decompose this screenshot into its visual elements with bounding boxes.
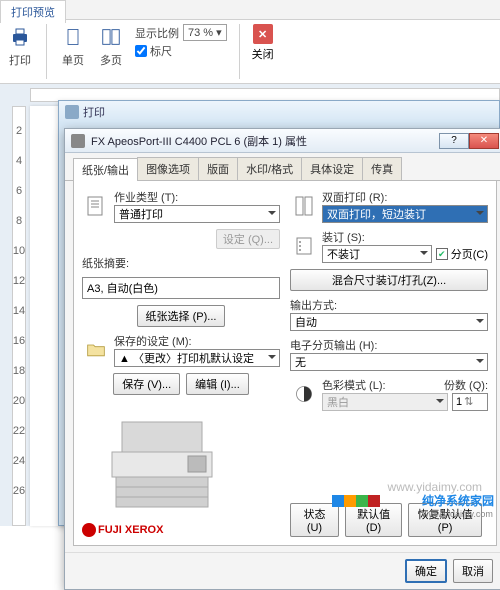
close-label: 关闭 [252, 46, 274, 62]
cancel-button[interactable]: 取消 [453, 559, 493, 583]
dialog-footer: 确定 取消 [65, 552, 500, 589]
tab-fax[interactable]: 传真 [362, 157, 402, 180]
output-method-label: 输出方式: [290, 297, 488, 313]
watermark-brand-text: 纯净系统家园 [422, 492, 494, 509]
edit-button[interactable]: 编辑 (I)... [186, 373, 249, 395]
print-window-icon [65, 105, 79, 119]
colormode-icon [290, 380, 318, 408]
paper-select-button[interactable]: 纸张选择 (P)... [137, 305, 226, 327]
dialog-tabs: 纸张/输出 图像选项 版面 水印/格式 具体设定 传真 [65, 153, 500, 181]
collate-checkbox-box: ✔ [436, 248, 448, 260]
ribbon-tab-printpreview[interactable]: 打印预览 [0, 0, 66, 23]
single-page-button[interactable]: 单页 [59, 24, 87, 68]
saved-settings-icon [82, 336, 110, 364]
collate-checkbox[interactable]: ✔ 分页(C) [436, 246, 488, 262]
jobtype-settings-button: 设定 (Q)... [216, 229, 280, 249]
jobtype-select[interactable]: 普通打印 [114, 205, 280, 223]
tab-watermark[interactable]: 水印/格式 [237, 157, 302, 180]
ecollate-label: 电子分页输出 (H): [290, 337, 488, 353]
paper-summary-field: A3, 自动(白色) [82, 277, 280, 299]
watermark-brand: 纯净系统家园 www.yidaimy.com [422, 492, 494, 519]
saved-settings-value: 〈更改〉打印机默认设定 [133, 353, 254, 365]
jobtype-label: 作业类型 (T): [114, 189, 280, 205]
dialog-title: FX ApeosPort-III C4400 PCL 6 (副本 1) 属性 [91, 133, 433, 149]
single-page-label: 单页 [62, 52, 84, 68]
ruler-checkbox-input[interactable] [135, 45, 147, 57]
ribbon: 打印 单页 多页 显示比例 73 % ▾ 标尺 ✕ 关闭 [0, 20, 500, 84]
help-button[interactable]: ? [439, 133, 469, 149]
document-area: 2468101214161820222426 打印 FX ApeosPort-I… [0, 84, 500, 526]
ok-button[interactable]: 确定 [405, 559, 447, 583]
colormode-label: 色彩模式 (L): [322, 377, 440, 393]
printer-icon [6, 24, 34, 50]
ruler-vertical: 2468101214161820222426 [12, 106, 26, 526]
colormode-select: 黑白 [322, 393, 448, 411]
status-button[interactable]: 状态 (U) [290, 503, 339, 537]
mixed-size-button[interactable]: 混合尺寸装订/打孔(Z)... [290, 269, 488, 291]
saved-settings-label: 保存的设定 (M): [114, 333, 280, 349]
zoom-label: 显示比例 [135, 25, 179, 41]
copies-label: 份数 (Q): [444, 377, 488, 393]
binding-label: 装订 (S): [322, 229, 488, 245]
separator [46, 24, 47, 79]
printer-properties-dialog: FX ApeosPort-III C4400 PCL 6 (副本 1) 属性 ?… [64, 128, 500, 590]
print-window-titlebar: 打印 [59, 101, 499, 123]
printer-image [82, 407, 242, 517]
zoom-combo[interactable]: 73 % ▾ [183, 24, 227, 41]
saved-settings-select[interactable]: ▲ 〈更改〉打印机默认设定 [114, 349, 280, 367]
left-column: 作业类型 (T): 普通打印 设定 (Q)... 纸张摘要: A3, 自动(白色… [82, 189, 280, 537]
copies-spinner[interactable]: 1 [452, 393, 488, 411]
duplex-icon [290, 192, 318, 220]
xerox-ball-icon [82, 523, 96, 537]
ruler-checkbox[interactable]: 标尺 [135, 43, 227, 59]
ribbon-tab-bar: 打印预览 [0, 0, 500, 20]
separator [239, 24, 240, 79]
multi-page-icon [97, 24, 125, 50]
print-button[interactable]: 打印 [6, 24, 34, 68]
close-button[interactable]: ✕ [469, 133, 499, 149]
close-icon: ✕ [253, 24, 273, 44]
duplex-label: 双面打印 (R): [322, 189, 488, 205]
tab-layout[interactable]: 版面 [198, 157, 238, 180]
save-button[interactable]: 保存 (V)... [113, 373, 180, 395]
multi-page-label: 多页 [100, 52, 122, 68]
dialog-titlebar[interactable]: FX ApeosPort-III C4400 PCL 6 (副本 1) 属性 ?… [65, 129, 500, 153]
watermark-brand-url: www.yidaimy.com [422, 509, 494, 519]
paper-summary-label: 纸张摘要: [82, 255, 280, 271]
tab-image-options[interactable]: 图像选项 [137, 157, 199, 180]
ecollate-select[interactable]: 无 [290, 353, 488, 371]
logo-color-squares [332, 495, 380, 507]
tab-paper-output[interactable]: 纸张/输出 [73, 158, 138, 181]
brand-logo: FUJI XEROX [82, 523, 280, 537]
tab-detailed[interactable]: 具体设定 [301, 157, 363, 180]
output-method-select[interactable]: 自动 [290, 313, 488, 331]
duplex-select[interactable]: 双面打印，短边装订 [322, 205, 488, 223]
collate-checkbox-label: 分页(C) [451, 246, 488, 262]
multi-page-button[interactable]: 多页 [97, 24, 125, 68]
printer-driver-icon [71, 134, 85, 148]
zoom-value: 73 % [188, 27, 213, 39]
print-label: 打印 [9, 52, 31, 68]
ruler-checkbox-label: 标尺 [150, 43, 172, 59]
single-page-icon [59, 24, 87, 50]
defaults-button[interactable]: 默认值 (D) [345, 503, 402, 537]
jobtype-icon [82, 192, 110, 220]
binding-select[interactable]: 不装订 [322, 245, 432, 263]
close-preview-button[interactable]: ✕ 关闭 [252, 24, 274, 62]
print-window-title: 打印 [83, 104, 105, 120]
binding-icon [290, 232, 318, 260]
